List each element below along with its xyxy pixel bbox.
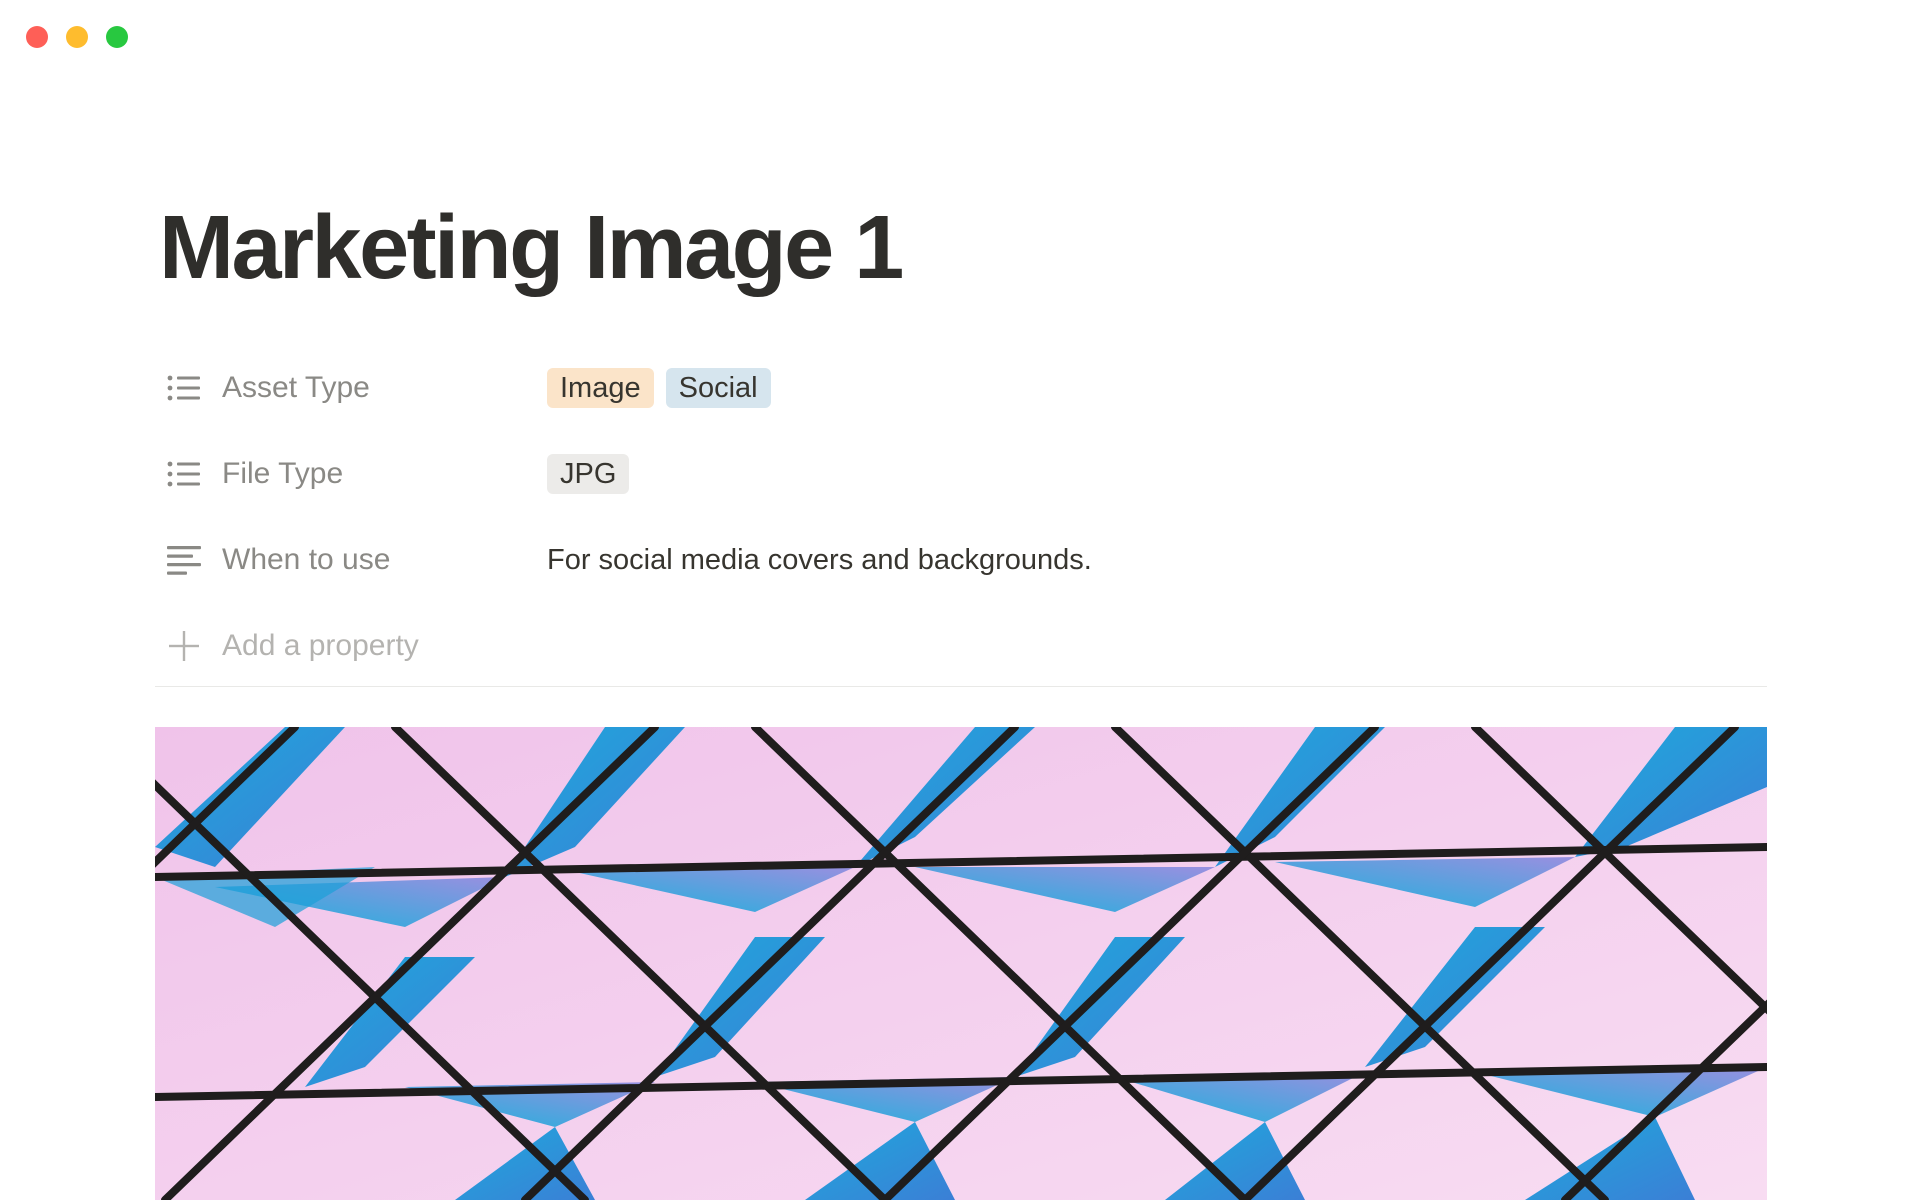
property-label: File Type xyxy=(222,457,344,490)
close-window-button[interactable] xyxy=(26,26,48,48)
geometric-pattern-image xyxy=(155,727,1767,1200)
properties-divider xyxy=(155,686,1767,687)
text-lines-icon xyxy=(167,545,201,575)
property-key-file-type[interactable]: File Type xyxy=(155,457,547,491)
tag-jpg[interactable]: JPG xyxy=(547,454,630,494)
add-property-label: Add a property xyxy=(222,629,419,662)
property-label: When to use xyxy=(222,543,391,576)
page-title[interactable]: Marketing Image 1 xyxy=(159,203,904,293)
list-icon xyxy=(167,459,201,489)
zoom-window-button[interactable] xyxy=(106,26,128,48)
property-list: Asset Type Image Social File Type JPG Wh… xyxy=(155,345,1767,689)
list-icon xyxy=(167,373,201,403)
property-text-value: For social media covers and backgrounds. xyxy=(547,543,1092,576)
cover-image[interactable] xyxy=(155,727,1767,1200)
property-key-when-to-use[interactable]: When to use xyxy=(155,543,547,577)
tag-image[interactable]: Image xyxy=(547,368,654,408)
property-value-file-type[interactable]: JPG xyxy=(547,454,630,494)
minimize-window-button[interactable] xyxy=(66,26,88,48)
property-key-asset-type[interactable]: Asset Type xyxy=(155,371,547,405)
tag-social[interactable]: Social xyxy=(665,368,771,408)
property-row-asset-type: Asset Type Image Social xyxy=(155,345,1767,431)
property-row-when-to-use: When to use For social media covers and … xyxy=(155,517,1767,603)
property-label: Asset Type xyxy=(222,371,370,404)
plus-icon xyxy=(167,631,201,661)
add-property-key: Add a property xyxy=(155,629,547,663)
property-value-when-to-use[interactable]: For social media covers and backgrounds. xyxy=(547,544,1092,577)
add-property-button[interactable]: Add a property xyxy=(155,603,1767,689)
property-value-asset-type[interactable]: Image Social xyxy=(547,368,771,408)
app-window: Marketing Image 1 Asset Type Image Socia… xyxy=(0,0,1920,1200)
property-row-file-type: File Type JPG xyxy=(155,431,1767,517)
window-controls xyxy=(26,26,128,48)
